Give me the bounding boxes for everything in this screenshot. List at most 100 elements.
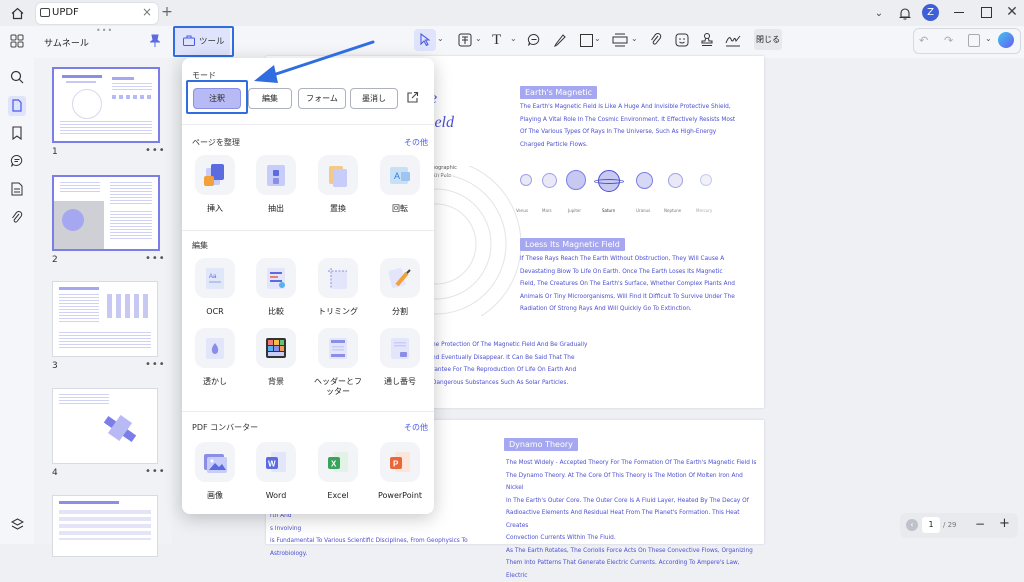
undo-icon[interactable]: ↶ (919, 34, 928, 47)
replace-tool[interactable]: 置換 (311, 155, 365, 214)
bookmark-icon[interactable] (11, 126, 23, 141)
comments-list-icon[interactable] (10, 154, 24, 168)
split-tool[interactable]: 分割 (373, 258, 427, 317)
attachment-icon[interactable] (11, 210, 23, 225)
crop-tool[interactable]: トリミング (311, 258, 365, 317)
ocr-tool[interactable]: Aa OCR (188, 258, 242, 317)
compare-tool[interactable]: 比較 (249, 258, 303, 317)
signature-icon[interactable] (725, 33, 741, 47)
document-tab[interactable]: UPDF × (36, 3, 158, 24)
bates-number-tool-label: 通し番号 (384, 377, 416, 386)
thumbnails-icon[interactable] (8, 96, 26, 116)
zoom-out-button[interactable]: − (975, 517, 985, 531)
minimize-button[interactable] (954, 12, 964, 14)
home-icon[interactable] (9, 5, 25, 21)
ocr-tool-label: OCR (206, 307, 224, 316)
organize-section-title: ページを整理 (192, 138, 240, 147)
convert-word-tool[interactable]: W Word (249, 442, 303, 501)
planet-label: Mercury (696, 208, 713, 213)
header-footer-tool[interactable]: ヘッダーとフッター (311, 328, 365, 397)
main-toolbar: サムネール ••• ツール ⌄ ⌄ T ⌄ ⌄ ⌄ 閉じる ↶ ↷ ⌄ (0, 26, 1024, 58)
save-icon[interactable] (968, 34, 980, 47)
mode-highlight-box (186, 80, 248, 114)
pin-icon[interactable] (149, 34, 161, 48)
organize-more-link[interactable]: その他 (404, 137, 428, 148)
save-dropdown-icon[interactable]: ⌄ (985, 34, 992, 43)
sticker-icon[interactable] (675, 33, 689, 47)
drag-handle[interactable]: ••• (96, 26, 113, 35)
text-box-dropdown-icon[interactable]: ⌄ (475, 34, 482, 43)
select-tool-button[interactable] (414, 29, 436, 51)
layers-icon[interactable] (10, 518, 25, 531)
insert-tool[interactable]: 挿入 (188, 155, 242, 214)
convert-excel-tool[interactable]: X Excel (311, 442, 365, 501)
highlighter-icon[interactable] (553, 33, 567, 48)
chevron-down-icon[interactable]: ⌄ (872, 6, 886, 20)
thumbnail-page-2[interactable] (52, 175, 160, 251)
shape-dropdown-icon[interactable]: ⌄ (594, 34, 601, 43)
paperclip-icon[interactable] (650, 32, 662, 48)
crop-icon (328, 268, 347, 289)
orbit-diagram (426, 166, 522, 316)
page-number-input[interactable]: 1 (922, 517, 940, 533)
document-tab-title: UPDF (52, 7, 79, 18)
new-tab-button[interactable]: + (160, 4, 174, 20)
grid-view-icon[interactable] (10, 34, 24, 48)
insert-tool-label: 挿入 (207, 204, 223, 213)
watermark-tool[interactable]: 透かし (188, 328, 242, 387)
svg-text:X: X (331, 460, 337, 469)
page-options-button[interactable]: ••• (145, 466, 166, 477)
form-fields-icon[interactable] (11, 182, 23, 196)
mode-form-button[interactable]: フォーム (298, 88, 346, 109)
stamp-bar-dropdown-icon[interactable]: ⌄ (631, 34, 638, 43)
text-tool-icon[interactable]: T (492, 32, 501, 49)
ai-assistant-icon[interactable] (998, 32, 1014, 48)
previous-page-icon[interactable]: ‹ (906, 519, 918, 531)
thumbnail-page-3[interactable] (52, 281, 158, 357)
converter-section-title: PDF コンバーター (192, 423, 259, 432)
planet-label: Jupiter (568, 208, 582, 213)
stamp-icon[interactable] (700, 32, 714, 47)
convert-powerpoint-tool[interactable]: P PowerPoint (373, 442, 427, 501)
close-tools-button[interactable]: 閉じる (754, 29, 782, 50)
mode-redact-button[interactable]: 墨消し (350, 88, 398, 109)
avatar[interactable]: Z (922, 4, 939, 21)
page-options-button[interactable]: ••• (145, 359, 166, 370)
shape-icon[interactable] (580, 34, 593, 47)
maximize-button[interactable] (981, 7, 992, 18)
page-number: 1 (52, 147, 58, 157)
external-link-icon[interactable] (406, 91, 419, 104)
mode-edit-button[interactable]: 編集 (248, 88, 292, 109)
rotate-tool[interactable]: A 回転 (373, 155, 427, 214)
redo-icon[interactable]: ↷ (944, 34, 953, 47)
select-dropdown-icon[interactable]: ⌄ (437, 34, 444, 43)
compare-tool-label: 比較 (268, 307, 284, 316)
paragraph: he Protection Of The Magnetic Field And … (432, 342, 588, 386)
divider (182, 411, 434, 412)
stamp-bar-icon[interactable] (612, 33, 628, 47)
page-options-button[interactable]: ••• (145, 145, 166, 156)
extract-tool[interactable]: 抽出 (249, 155, 303, 214)
watermark-tool-label: 透かし (203, 377, 227, 386)
thumbnail-page-1[interactable] (52, 67, 160, 143)
close-tab-icon[interactable]: × (142, 5, 152, 19)
zoom-in-button[interactable]: + (999, 516, 1010, 531)
bates-number-tool[interactable]: 通し番号 (373, 328, 427, 387)
text-box-icon[interactable] (458, 33, 472, 47)
extract-tool-label: 抽出 (268, 204, 284, 213)
page-number: 3 (52, 361, 58, 371)
convert-image-tool[interactable]: 画像 (188, 442, 242, 501)
paragraph: The Most Widely - Accepted Theory For Th… (506, 460, 757, 579)
comment-icon[interactable] (527, 33, 541, 47)
bell-icon[interactable] (897, 5, 913, 21)
search-icon[interactable] (10, 70, 24, 84)
background-tool[interactable]: 背景 (249, 328, 303, 387)
thumbnail-page-5[interactable] (52, 495, 158, 557)
close-window-button[interactable]: ✕ (1005, 4, 1019, 20)
converter-more-link[interactable]: その他 (404, 422, 428, 433)
page-options-button[interactable]: ••• (145, 253, 166, 264)
thumbnail-page-4[interactable] (52, 388, 158, 464)
text-dropdown-icon[interactable]: ⌄ (510, 34, 517, 43)
split-tool-label: 分割 (392, 307, 408, 316)
paragraph: The Earth's Magnetic Field Is Like A Hug… (520, 104, 736, 148)
